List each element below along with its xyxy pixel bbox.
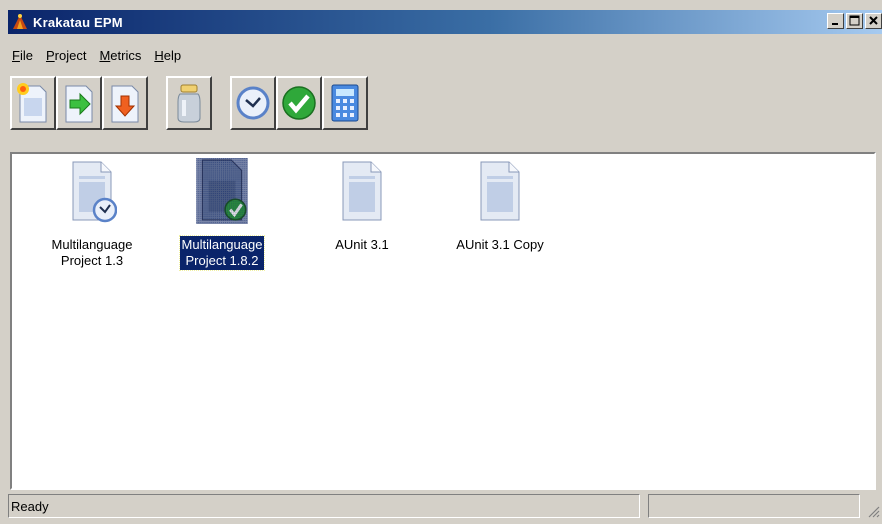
project-label: AUnit 3.1 — [335, 237, 389, 252]
project-item-multilanguage-1-3[interactable]: Multilanguage Project 1.3 — [32, 154, 152, 284]
project-file-check-icon — [196, 158, 248, 224]
project-label: AUnit 3.1 Copy — [456, 237, 544, 252]
maximize-button[interactable] — [846, 13, 863, 29]
minimize-icon — [832, 23, 838, 25]
maximize-icon — [849, 15, 860, 26]
import-project-icon — [65, 85, 93, 123]
check-button[interactable] — [276, 76, 322, 130]
menu-metrics[interactable]: Metrics — [99, 48, 141, 63]
project-file-icon — [480, 161, 520, 221]
import-project-button[interactable] — [56, 76, 102, 130]
resize-grip-icon[interactable] — [866, 504, 880, 518]
app-logo-icon — [13, 14, 27, 29]
project-list-view[interactable]: Multilanguage Project 1.3 Multilanguage … — [10, 152, 876, 490]
project-file-icon — [342, 161, 382, 221]
jar-button[interactable] — [166, 76, 212, 130]
menu-bar: File Project Metrics Help — [8, 44, 190, 66]
title-bar[interactable]: Krakatau EPM — [8, 10, 882, 34]
project-label: Multilanguage Project 1.3 — [51, 237, 133, 268]
project-item-aunit-3-1[interactable]: AUnit 3.1 — [302, 154, 422, 284]
new-project-button[interactable] — [10, 76, 56, 130]
window-controls — [825, 13, 882, 29]
close-icon — [869, 16, 878, 25]
project-item-aunit-3-1-copy[interactable]: AUnit 3.1 Copy — [440, 154, 560, 284]
project-file-clock-icon — [72, 161, 117, 223]
jar-icon — [177, 84, 201, 123]
calculator-icon — [331, 84, 359, 122]
project-label: Multilanguage Project 1.8.2 — [178, 235, 266, 271]
clock-icon — [236, 86, 270, 120]
calculator-button[interactable] — [322, 76, 368, 130]
menu-help[interactable]: Help — [154, 48, 181, 63]
status-bar: Ready — [8, 492, 882, 520]
app-window: Krakatau EPM File Project Metrics Help M… — [0, 0, 882, 524]
export-project-icon — [111, 85, 139, 123]
new-project-icon — [17, 83, 47, 123]
status-panel-2 — [648, 494, 860, 518]
check-icon — [282, 86, 316, 120]
export-project-button[interactable] — [102, 76, 148, 130]
project-item-multilanguage-1-8-2[interactable]: Multilanguage Project 1.8.2 — [162, 154, 282, 284]
close-button[interactable] — [865, 13, 882, 29]
menu-file[interactable]: File — [12, 48, 33, 63]
status-text: Ready — [8, 494, 640, 518]
toolbar — [10, 76, 368, 136]
minimize-button[interactable] — [827, 13, 844, 29]
window-title: Krakatau EPM — [33, 14, 123, 30]
menu-project[interactable]: Project — [46, 48, 86, 63]
clock-button[interactable] — [230, 76, 276, 130]
